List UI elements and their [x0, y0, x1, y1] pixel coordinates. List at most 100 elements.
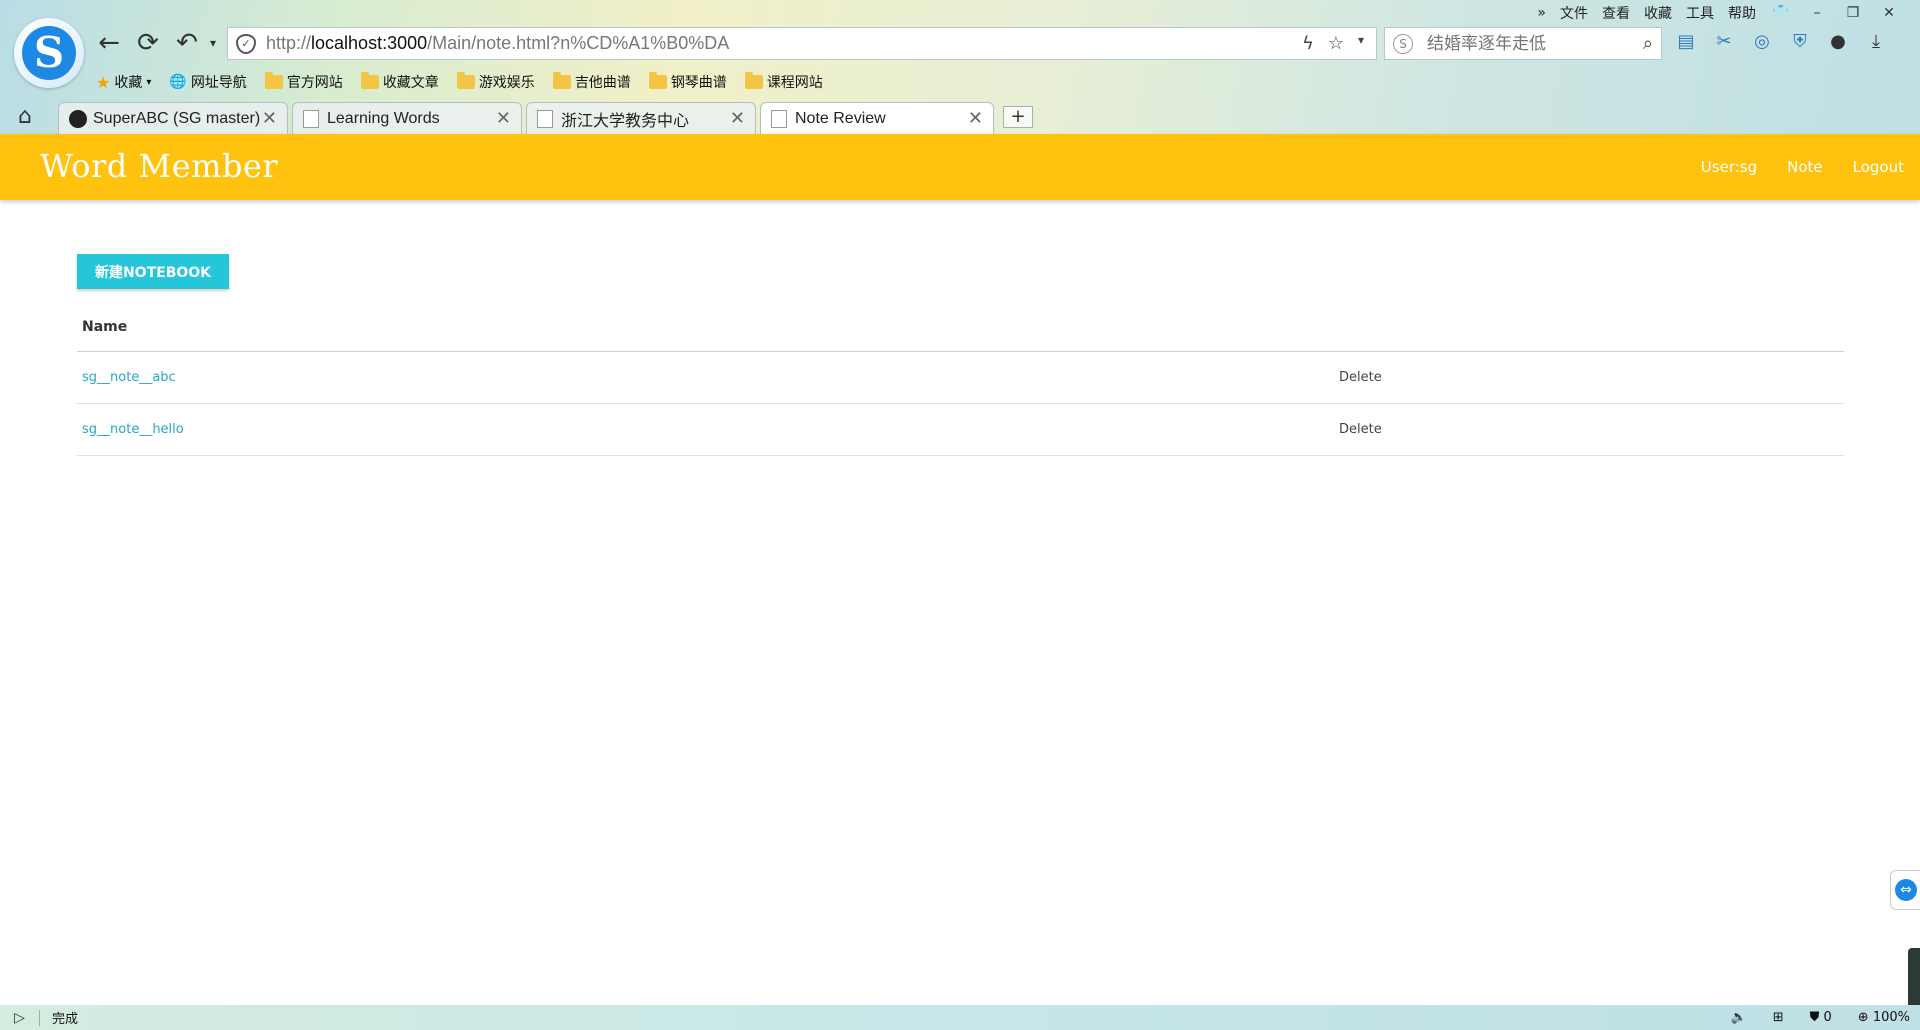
folder-icon	[360, 72, 379, 89]
bookmark-folder-guitar[interactable]: 吉他曲谱	[552, 72, 631, 92]
notebook-table: Name sg__note__abc Delete sg__note__hell…	[77, 309, 1844, 456]
menu-favorites[interactable]: 收藏	[1644, 3, 1672, 23]
bookmark-nav[interactable]: 🌐 网址导航	[169, 72, 246, 92]
close-icon[interactable]: ✕	[730, 108, 745, 129]
column-header-action	[1334, 309, 1844, 352]
security-shield-icon[interactable]: ✓	[236, 33, 256, 54]
bookmark-favorites[interactable]: ★ 收藏 ▾	[96, 72, 151, 92]
folder-icon	[744, 72, 763, 89]
bookmark-label: 吉他曲谱	[574, 75, 631, 91]
new-notebook-button[interactable]: 新建NOTEBOOK	[77, 254, 229, 289]
bookmark-folder-games[interactable]: 游戏娱乐	[456, 72, 535, 92]
search-box[interactable]: S ⌕	[1384, 27, 1662, 60]
device-icon[interactable]: ⊞	[1773, 1010, 1784, 1025]
page-icon	[771, 109, 787, 128]
tab-superabc[interactable]: SuperABC (SG master) ✕	[58, 102, 288, 134]
minimize-icon[interactable]: –	[1806, 5, 1828, 21]
bookmark-folder-articles[interactable]: 收藏文章	[360, 72, 439, 92]
download-icon[interactable]: ⤓	[1864, 30, 1888, 54]
close-window-icon[interactable]: ✕	[1878, 5, 1900, 21]
undo-dropdown-icon[interactable]: ▾	[198, 28, 228, 58]
tab-title: Note Review	[795, 109, 886, 127]
security-icon[interactable]: ⛨	[1788, 30, 1812, 54]
address-dropdown-icon[interactable]: ▾	[1358, 33, 1364, 54]
close-icon[interactable]: ✕	[262, 108, 277, 129]
bookmark-star-icon[interactable]: ☆	[1328, 33, 1344, 54]
status-text: 完成	[52, 1012, 79, 1027]
menubar: » 文件 查看 收藏 工具 帮助 👕 – ❐ ✕	[1537, 2, 1900, 24]
adblock-count: 0	[1823, 1010, 1832, 1025]
note-link[interactable]: sg__note__abc	[82, 370, 176, 385]
tab-title: SuperABC (SG master)	[93, 109, 261, 127]
volume-icon[interactable]: 🔈	[1731, 1010, 1747, 1025]
main-content: 新建NOTEBOOK Name sg__note__abc Delete sg_…	[77, 254, 1844, 456]
nav-user[interactable]: User:sg	[1701, 158, 1757, 176]
folder-icon	[456, 72, 475, 89]
address-bar[interactable]: ✓ http://localhost:3000/Main/note.html?n…	[227, 27, 1377, 60]
status-bar: ▷ 完成 🔈 ⊞ ⛊ 0 ⊕ 100%	[0, 1005, 1920, 1030]
menu-file[interactable]: 文件	[1560, 3, 1588, 23]
url-path: /Main/note.html?n%CD%A1%B0%DA	[427, 33, 730, 53]
sidebar-toggle-icon[interactable]: ▷	[0, 1009, 40, 1026]
tab-note-review[interactable]: Note Review ✕	[760, 102, 994, 134]
folder-icon	[264, 72, 283, 89]
url-text[interactable]: http://localhost:3000/Main/note.html?n%C…	[266, 33, 729, 54]
nav-note[interactable]: Note	[1787, 158, 1823, 176]
url-prefix: http://	[266, 33, 312, 53]
back-icon[interactable]: ←	[94, 28, 124, 58]
browser-chrome: S » 文件 查看 收藏 工具 帮助 👕 – ❐ ✕ ← ⟳ ↶ ▾ ✓ htt…	[0, 0, 1920, 134]
bookmark-label: 钢琴曲谱	[670, 75, 727, 91]
menu-more-icon[interactable]: »	[1537, 5, 1546, 21]
bookmark-label: 游戏娱乐	[478, 75, 535, 91]
close-icon[interactable]: ✕	[968, 108, 983, 129]
folder-icon	[648, 72, 667, 89]
bookmark-folder-courses[interactable]: 课程网站	[744, 72, 823, 92]
search-icon[interactable]: ⌕	[1643, 33, 1653, 54]
delete-link[interactable]: Delete	[1334, 351, 1844, 404]
close-icon[interactable]: ✕	[496, 108, 511, 129]
reader-icon[interactable]: ▤	[1674, 30, 1698, 54]
bookmark-folder-official[interactable]: 官方网站	[264, 72, 343, 92]
brand-logo[interactable]: Word Member	[40, 147, 278, 185]
page-icon	[537, 109, 553, 128]
nav-logout[interactable]: Logout	[1853, 158, 1904, 176]
tab-zju-academic[interactable]: 浙江大学教务中心 ✕	[526, 102, 756, 134]
bookmark-label: 官方网站	[286, 75, 343, 91]
adblock-counter[interactable]: ⛊ 0	[1810, 1010, 1832, 1025]
tab-title: 浙江大学教务中心	[561, 112, 690, 130]
header-nav: User:sg Note Logout	[1701, 158, 1904, 176]
note-name-cell: sg__note__abc	[77, 351, 1334, 404]
column-header-name: Name	[77, 309, 1334, 352]
restore-icon[interactable]: ❐	[1842, 5, 1864, 21]
translate-icon[interactable]: ◎	[1750, 30, 1774, 54]
globe-icon: 🌐	[169, 74, 187, 90]
refresh-icon[interactable]: ⟳	[133, 28, 163, 58]
delete-link[interactable]: Delete	[1334, 403, 1844, 456]
note-link[interactable]: sg__note__hello	[82, 422, 184, 437]
teamviewer-icon: ⇔	[1895, 879, 1917, 901]
scissors-icon[interactable]: ✂	[1712, 30, 1736, 54]
skin-icon[interactable]: 👕	[1770, 5, 1792, 21]
lightning-icon[interactable]: ϟ	[1302, 33, 1314, 54]
more-icon[interactable]: ●	[1826, 30, 1850, 54]
menu-help[interactable]: 帮助	[1728, 3, 1756, 23]
teamviewer-widget[interactable]: ⇔	[1890, 870, 1920, 910]
page-icon	[303, 109, 319, 128]
star-icon: ★	[96, 72, 111, 92]
search-engine-icon[interactable]: S	[1393, 33, 1413, 54]
browser-logo-icon[interactable]: S	[14, 18, 84, 88]
bookmark-folder-piano[interactable]: 钢琴曲谱	[648, 72, 727, 92]
bookmark-label: 网址导航	[190, 75, 247, 91]
tab-learning-words[interactable]: Learning Words ✕	[292, 102, 522, 134]
bookmark-label: 收藏文章	[382, 75, 439, 91]
folder-icon	[552, 72, 571, 89]
menu-view[interactable]: 查看	[1602, 3, 1630, 23]
bookmark-label: 收藏	[114, 75, 143, 91]
menu-tools[interactable]: 工具	[1686, 3, 1714, 23]
table-header-row: Name	[77, 309, 1844, 352]
new-tab-button[interactable]: +	[1003, 106, 1033, 128]
zoom-value: 100%	[1872, 1010, 1910, 1025]
search-input[interactable]	[1427, 33, 1627, 54]
zoom-level[interactable]: ⊕ 100%	[1858, 1010, 1910, 1025]
home-icon[interactable]: ⌂	[18, 104, 32, 129]
